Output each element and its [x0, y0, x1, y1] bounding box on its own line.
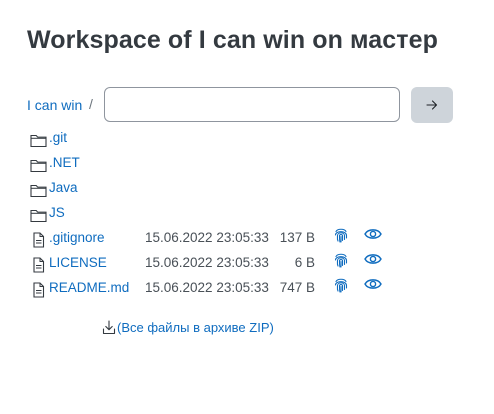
file-icon: [33, 232, 45, 248]
file-link[interactable]: .gitignore: [49, 230, 105, 245]
breadcrumb-separator: /: [89, 96, 93, 112]
list-item: .NET: [30, 153, 470, 175]
folder-icon: [30, 184, 47, 198]
folder-link[interactable]: Java: [49, 180, 78, 195]
fingerprint-icon[interactable]: [333, 251, 349, 269]
eye-icon[interactable]: [364, 277, 382, 291]
file-size: 6 B: [294, 255, 315, 270]
table-row: LICENSE 15.06.2022 23:05:33 6 B: [30, 253, 470, 275]
file-size: 137 B: [279, 230, 315, 245]
go-button[interactable]: [411, 87, 453, 123]
file-icon: [33, 257, 45, 273]
fingerprint-icon[interactable]: [333, 226, 349, 244]
path-bar: I can win /: [27, 87, 454, 124]
file-icon: [33, 282, 45, 298]
eye-icon[interactable]: [364, 252, 382, 266]
list-item: JS: [30, 203, 470, 225]
arrow-right-icon: [426, 100, 438, 110]
file-link[interactable]: LICENSE: [49, 255, 107, 270]
file-link[interactable]: README.md: [49, 280, 129, 295]
list-item: Java: [30, 178, 470, 200]
folder-icon: [30, 134, 47, 148]
file-size: 747 B: [279, 280, 315, 295]
table-row: .gitignore 15.06.2022 23:05:33 137 B: [30, 228, 470, 250]
fingerprint-icon[interactable]: [333, 276, 349, 294]
page-title: Workspace of I can win on мастер: [27, 26, 439, 54]
folder-icon: [30, 209, 47, 223]
folder-icon: [30, 159, 47, 173]
breadcrumb-root-link[interactable]: I can win: [27, 97, 82, 113]
list-item: .git: [30, 128, 470, 150]
folder-link[interactable]: .NET: [49, 155, 80, 170]
path-input[interactable]: [104, 87, 400, 122]
eye-icon[interactable]: [364, 227, 382, 241]
table-row: README.md 15.06.2022 23:05:33 747 B: [30, 278, 470, 300]
download-icon: [102, 320, 116, 335]
folder-link[interactable]: .git: [49, 130, 67, 145]
download-zip-label: (Все файлы в архиве ZIP): [117, 320, 274, 335]
folder-link[interactable]: JS: [49, 205, 65, 220]
